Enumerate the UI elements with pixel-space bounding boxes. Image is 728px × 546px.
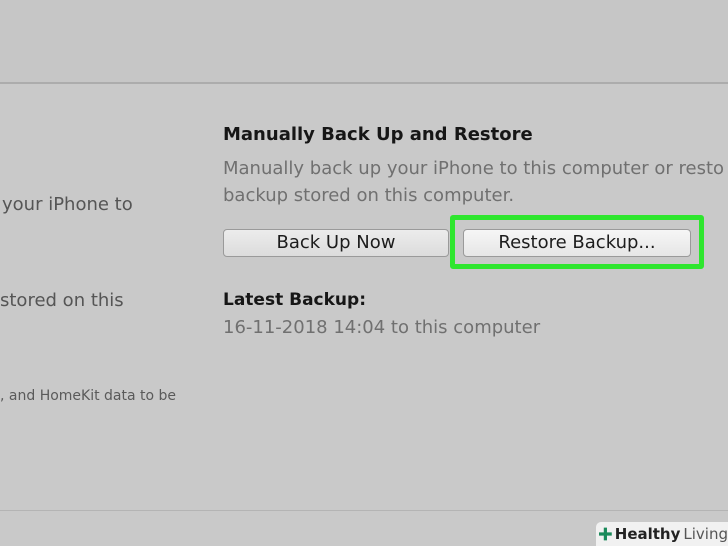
back-up-now-button[interactable]: Back Up Now: [223, 229, 449, 257]
backup-description-line-1: Manually back up your iPhone to this com…: [223, 158, 725, 179]
left-panel-line-2: stored on this: [0, 290, 124, 311]
top-strip: [0, 0, 728, 82]
plus-cross-icon: [599, 527, 612, 541]
watermark-brand-light: Living: [683, 525, 728, 543]
itunes-backup-screen: your iPhone to stored on this , and Home…: [0, 0, 728, 546]
left-panel-line-1: your iPhone to: [2, 194, 133, 215]
top-divider: [0, 82, 728, 84]
backup-description-line-2: backup stored on this computer.: [223, 185, 515, 206]
latest-backup-value: 16-11-2018 14:04 to this computer: [223, 317, 541, 338]
bottom-divider: [0, 510, 728, 511]
healthy-living-watermark: Healthy Living: [596, 522, 728, 546]
latest-backup-title: Latest Backup:: [223, 290, 367, 310]
restore-backup-highlight: [450, 215, 704, 269]
watermark-brand-bold: Healthy: [614, 525, 681, 543]
backup-section-title: Manually Back Up and Restore: [223, 124, 533, 145]
left-panel-line-3: , and HomeKit data to be: [0, 388, 177, 404]
